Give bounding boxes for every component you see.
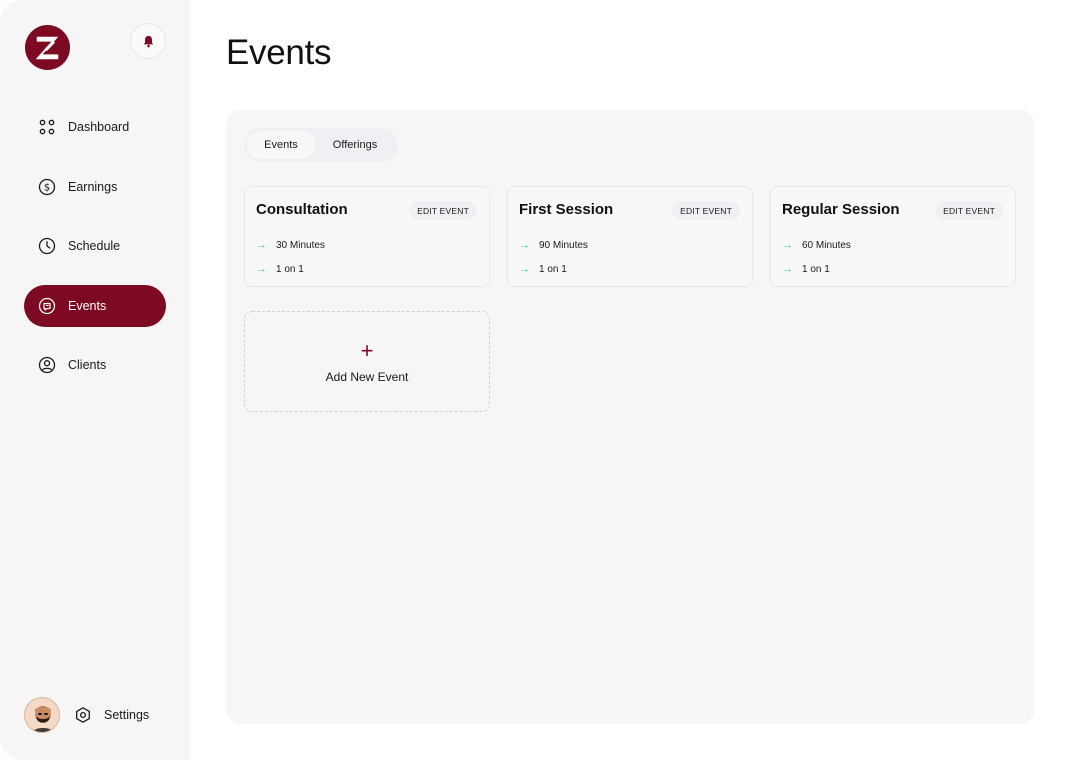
notifications-button[interactable] xyxy=(130,23,166,59)
app-frame: Dashboard $ Earnings Schedule Events Cli… xyxy=(0,0,1069,760)
edit-event-button[interactable]: EDIT EVENT xyxy=(935,201,1003,220)
event-title: First Session xyxy=(519,201,614,218)
sidebar-item-label: Earnings xyxy=(68,180,118,194)
event-type-text: 1 on 1 xyxy=(276,263,304,275)
event-duration: → 30 Minutes xyxy=(256,239,325,251)
event-type: → 1 on 1 xyxy=(519,263,567,275)
arrow-right-icon: → xyxy=(519,239,530,251)
sidebar-item-label: Clients xyxy=(68,358,107,372)
event-title: Regular Session xyxy=(782,201,900,218)
event-card[interactable]: First Session EDIT EVENT → 90 Minutes → … xyxy=(507,186,753,287)
add-new-event-label: Add New Event xyxy=(325,370,409,384)
arrow-right-icon: → xyxy=(256,263,267,275)
clock-icon xyxy=(38,237,56,255)
sidebar-item-clients[interactable]: Clients xyxy=(24,344,166,386)
hexagon-gear-icon xyxy=(76,707,90,723)
z-logo-icon[interactable] xyxy=(24,24,71,71)
event-type-text: 1 on 1 xyxy=(802,263,830,275)
event-duration: → 60 Minutes xyxy=(782,239,851,251)
avatar[interactable] xyxy=(24,697,60,733)
arrow-right-icon: → xyxy=(256,239,267,251)
tab-events[interactable]: Events xyxy=(247,131,315,159)
arrow-right-icon: → xyxy=(782,239,793,251)
event-title: Consultation xyxy=(256,201,348,218)
sidebar-item-earnings[interactable]: $ Earnings xyxy=(24,166,166,208)
event-card[interactable]: Regular Session EDIT EVENT → 60 Minutes … xyxy=(770,186,1016,287)
tab-bar: Events Offerings xyxy=(244,128,398,162)
user-circle-icon xyxy=(38,356,56,374)
sidebar-item-events[interactable]: Events xyxy=(24,285,166,327)
page-title: Events xyxy=(226,33,332,72)
bell-icon xyxy=(143,35,153,47)
grid-dots-icon xyxy=(39,119,55,135)
event-duration-text: 60 Minutes xyxy=(802,239,851,251)
sidebar-item-dashboard[interactable]: Dashboard xyxy=(24,106,166,148)
tab-offerings[interactable]: Offerings xyxy=(315,131,395,159)
event-duration-text: 30 Minutes xyxy=(276,239,325,251)
event-duration: → 90 Minutes xyxy=(519,239,588,251)
sidebar-item-label: Dashboard xyxy=(68,120,130,134)
events-icon xyxy=(38,297,56,315)
arrow-right-icon: → xyxy=(782,263,793,275)
events-panel: Events Offerings Consultation EDIT EVENT… xyxy=(226,110,1034,724)
settings-button[interactable]: Settings xyxy=(74,704,149,726)
plus-icon: + xyxy=(360,338,374,363)
event-card[interactable]: Consultation EDIT EVENT → 30 Minutes → 1… xyxy=(244,186,490,287)
sidebar-item-label: Events xyxy=(68,299,107,313)
event-type: → 1 on 1 xyxy=(256,263,304,275)
edit-event-button[interactable]: EDIT EVENT xyxy=(409,201,477,220)
event-type: → 1 on 1 xyxy=(782,263,830,275)
sidebar: Dashboard $ Earnings Schedule Events Cli… xyxy=(0,0,190,760)
svg-text:$: $ xyxy=(44,183,50,194)
settings-label: Settings xyxy=(104,708,150,722)
edit-event-button[interactable]: EDIT EVENT xyxy=(672,201,740,220)
dollar-circle-icon: $ xyxy=(38,178,56,196)
sidebar-item-schedule[interactable]: Schedule xyxy=(24,225,166,267)
sidebar-item-label: Schedule xyxy=(68,239,121,253)
arrow-right-icon: → xyxy=(519,263,530,275)
event-duration-text: 90 Minutes xyxy=(539,239,588,251)
add-new-event-button[interactable]: + Add New Event xyxy=(244,311,490,412)
event-type-text: 1 on 1 xyxy=(539,263,567,275)
